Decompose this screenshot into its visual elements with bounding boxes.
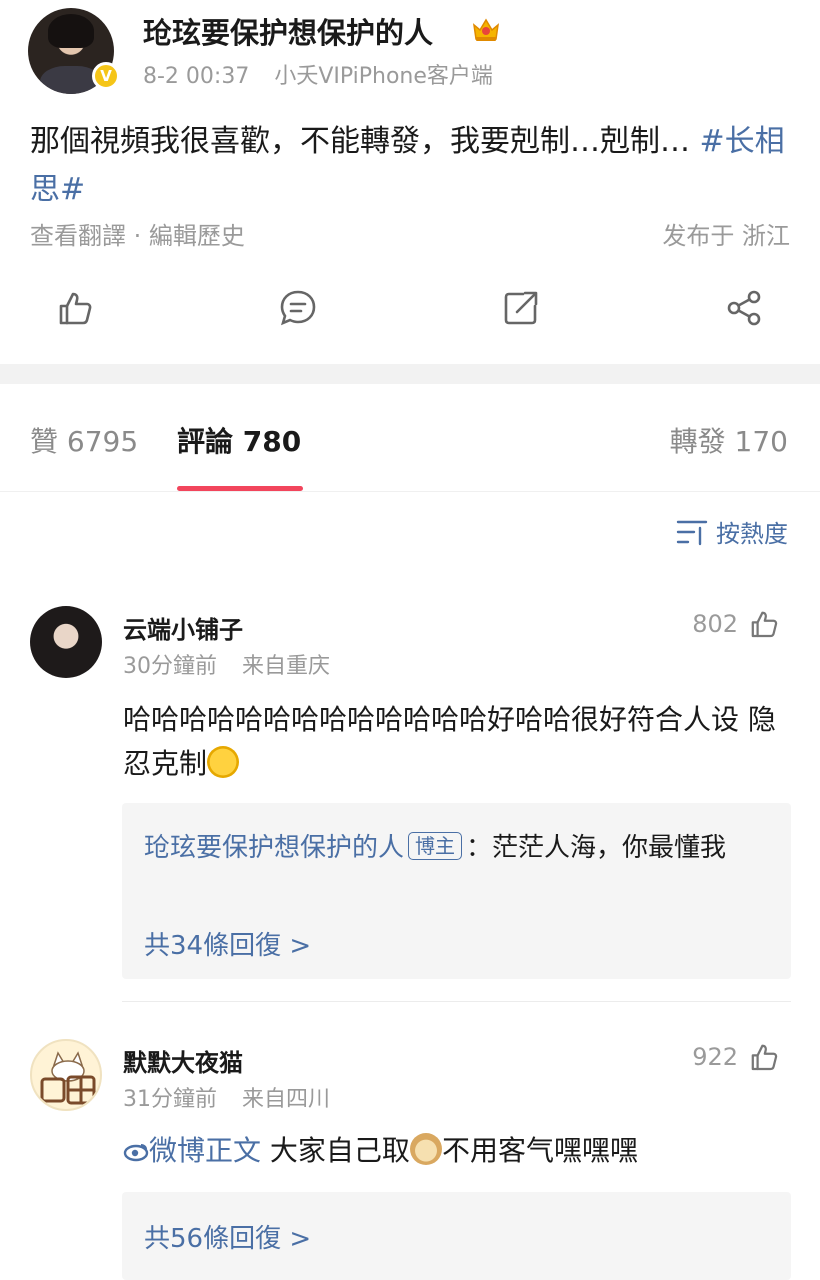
thumb-up-icon [751,1044,778,1071]
reply-text: ：茫茫人海，你最懂我 [466,833,727,863]
comment-meta: 31分鐘前 来自四川 [123,1081,348,1113]
sort-label: 按熱度 [716,520,788,548]
repost-icon[interactable] [501,288,541,328]
comment-meta: 30分鐘前 来自重庆 [123,648,348,680]
comment-time: 31分鐘前 [123,1087,217,1112]
sort-icon [676,520,708,545]
tab-comments[interactable]: 評論 780 [177,420,301,460]
comment-like-button[interactable]: 922 [692,1041,780,1073]
sort-button[interactable]: 按熱度 [676,514,788,549]
commenter-name[interactable]: 默默大夜猫 [123,1043,243,1078]
weibo-eye-icon [123,1144,149,1162]
tab-reposts[interactable]: 轉發 170 [670,420,788,460]
vip-crown-icon [472,18,500,41]
comment-icon[interactable] [278,288,318,328]
reply-preview[interactable]: 玱玹要保护想保护的人 博主 ：茫茫人海，你最懂我 共34條回復 > [122,803,791,979]
reply-preview[interactable]: 共56條回復 > [122,1192,791,1280]
author-name[interactable]: 玱玹要保护想保护的人 [143,10,433,52]
comment-text: 哈哈哈哈哈哈哈哈哈哈哈哈哈好哈哈很好符合人设 隐忍克制 [123,698,791,786]
tab-likes[interactable]: 贊 6795 [30,420,138,460]
thumb-up-icon [751,611,778,638]
view-replies-link[interactable]: 共34條回復 > [144,925,311,962]
post-header: V 玱玹要保护想保护的人 8-2 00:37 小夭VIPiPhone客户端 [0,0,820,110]
post-meta: 8-2 00:37 小夭VIPiPhone客户端 [143,58,511,90]
comment-divider [122,1001,791,1002]
action-bar [0,280,820,344]
tab-bar: 贊 6795 評論 780 轉發 170 [0,384,820,492]
comment-like-count: 802 [692,610,738,638]
commenter-avatar[interactable] [30,1039,102,1111]
doge-emoji-icon [409,1133,442,1165]
share-icon[interactable] [724,288,764,328]
active-tab-indicator [177,486,303,491]
comment-text: 微博正文 大家自己取 不用客气嘿嘿嘿 [123,1129,791,1173]
comment-location: 来自重庆 [242,654,331,679]
reply-author[interactable]: 玱玹要保护想保护的人 [144,833,404,863]
post-footer: 查看翻譯 · 編輯歷史 发布于 浙江 [30,216,790,252]
verified-badge-icon: V [92,62,120,90]
edit-history-link[interactable]: 編輯歷史 [149,222,245,250]
footer-separator: · [133,222,142,250]
translate-link[interactable]: 查看翻譯 [30,222,126,250]
commenter-avatar[interactable] [30,606,102,678]
smile-emoji-icon [207,746,240,778]
like-icon[interactable] [55,288,95,328]
post-location: 发布于 浙江 [662,222,790,250]
blogger-badge: 博主 [408,832,463,860]
comment-like-button[interactable]: 802 [692,608,780,640]
view-replies-link[interactable]: 共56條回復 > [144,1218,311,1255]
post-body-text: 那個視頻我很喜歡，不能轉發，我要剋制…剋制… [30,124,700,159]
post-source: 小夭VIPiPhone客户端 [274,64,493,89]
comment-body-a: 大家自己取 [269,1134,410,1167]
post-text: 那個視頻我很喜歡，不能轉發，我要剋制…剋制… #长相思# [30,118,790,214]
cat-avatar-icon [40,1051,96,1105]
commenter-name[interactable]: 云端小铺子 [123,610,243,645]
comment-body-b: 不用客气嘿嘿嘿 [441,1134,638,1167]
comment-like-count: 922 [692,1043,738,1071]
comment-time: 30分鐘前 [123,654,217,679]
weibo-post-link[interactable]: 微博正文 [149,1134,261,1167]
post-footer-links: 查看翻譯 · 編輯歷史 [30,216,245,251]
comment-location: 来自四川 [242,1087,331,1112]
section-separator [0,364,820,384]
post-time: 8-2 00:37 [143,64,250,89]
reply-line: 玱玹要保护想保护的人 博主 ：茫茫人海，你最懂我 [144,827,769,869]
